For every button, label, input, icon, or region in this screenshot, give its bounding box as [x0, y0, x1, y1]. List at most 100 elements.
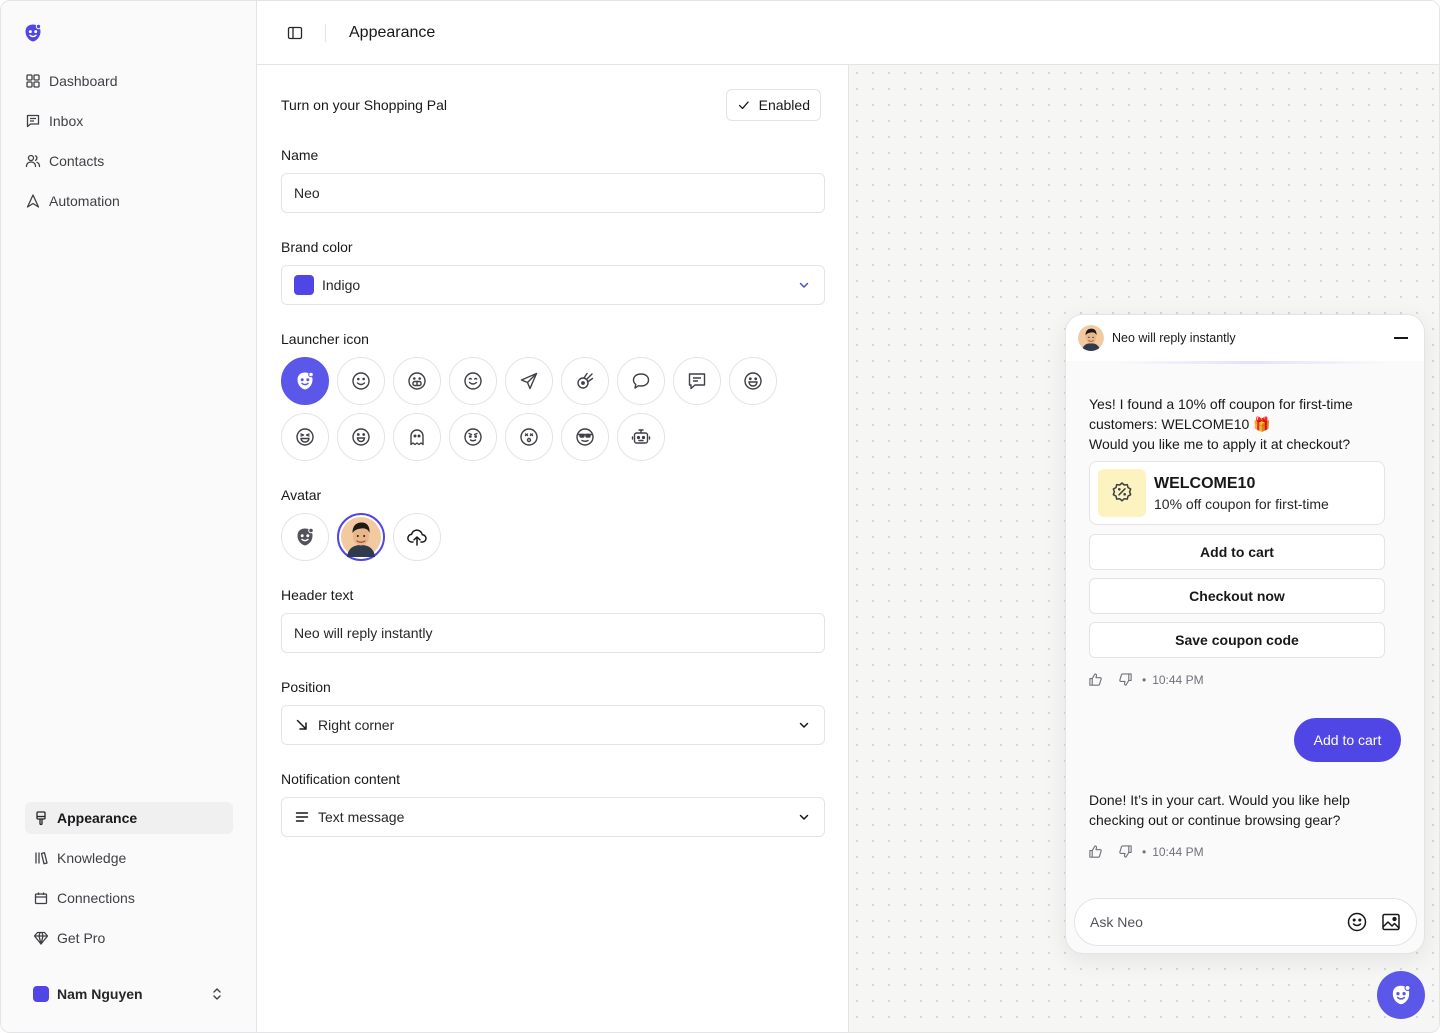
smile-icon — [352, 372, 370, 390]
happy-icon — [464, 372, 482, 390]
sidebar-toggle-button[interactable] — [285, 23, 305, 43]
user-message: Add to cart — [1294, 718, 1401, 762]
sidebar-item-knowledge[interactable]: Knowledge — [25, 842, 233, 874]
page-title: Appearance — [349, 23, 436, 41]
name-field[interactable]: Neo — [281, 173, 825, 213]
message-feedback-2: • 10:44 PM — [1088, 844, 1204, 859]
avatar-option-photo[interactable] — [337, 513, 385, 561]
launcher-option-beam[interactable] — [729, 357, 777, 405]
launcher-option-squint[interactable] — [281, 413, 329, 461]
cloud-upload-icon — [407, 529, 427, 546]
coupon-card[interactable]: WELCOME10 10% off coupon for first-time — [1089, 461, 1385, 525]
face-wink-icon — [464, 428, 482, 446]
launcher-option-speech-bubble[interactable] — [617, 357, 665, 405]
arrow-down-right-icon — [296, 719, 307, 730]
launcher-option-wink[interactable] — [449, 413, 497, 461]
sidebar: Dashboard Inbox Contacts Automation Appe… — [1, 1, 257, 1032]
message-square-text-icon — [688, 373, 706, 390]
users-icon — [25, 154, 41, 168]
notification-content-label: Notification content — [281, 771, 401, 787]
launcher-option-sunglasses[interactable] — [561, 413, 609, 461]
sidebar-item-label: Dashboard — [49, 73, 118, 89]
send-icon — [520, 372, 538, 390]
launcher-option-message-square[interactable] — [673, 357, 721, 405]
launcher-option-happy[interactable] — [449, 357, 497, 405]
sidebar-item-inbox[interactable]: Inbox — [13, 105, 245, 137]
image-icon[interactable] — [1380, 911, 1402, 933]
sidebar-item-get-pro[interactable]: Get Pro — [25, 922, 233, 954]
name-value: Neo — [294, 185, 320, 201]
app-window: Dashboard Inbox Contacts Automation Appe… — [0, 0, 1440, 1033]
sidebar-item-dashboard[interactable]: Dashboard — [13, 65, 245, 97]
header-text-value: Neo will reply instantly — [294, 625, 433, 641]
scroll-fade-indicator — [1116, 361, 1386, 364]
emoji-icon[interactable] — [1346, 911, 1368, 933]
save-coupon-code-button[interactable]: Save coupon code — [1089, 622, 1385, 658]
check-icon — [738, 101, 749, 110]
sidebar-item-label: Get Pro — [57, 930, 106, 946]
enabled-toggle-button[interactable]: Enabled — [726, 89, 821, 121]
sidebar-nav-bottom: Appearance Knowledge Connections Get Pro — [25, 802, 233, 962]
bot-message-1: Yes! I found a 10% off coupon for first-… — [1089, 394, 1389, 454]
launcher-option-neo[interactable] — [281, 357, 329, 405]
sidebar-item-label: Knowledge — [57, 850, 127, 866]
brand-color-swatch — [294, 275, 314, 295]
align-left-icon — [295, 812, 309, 822]
position-value: Right corner — [318, 717, 395, 733]
launcher-option-send[interactable] — [505, 357, 553, 405]
coupon-badge-icon — [1098, 469, 1146, 517]
thumbs-up-icon[interactable] — [1088, 672, 1103, 687]
sidebar-item-label: Connections — [57, 890, 135, 906]
chat-composer — [1074, 898, 1417, 946]
chat-header-text: Neo will reply instantly — [1112, 331, 1236, 345]
user-name: Nam Nguyen — [57, 986, 143, 1002]
checkout-now-button[interactable]: Checkout now — [1089, 578, 1385, 614]
user-switcher[interactable]: Nam Nguyen — [25, 978, 233, 1010]
chevron-down-icon — [799, 722, 809, 728]
launcher-option-meteor[interactable] — [561, 357, 609, 405]
meta-dot: • — [1142, 672, 1147, 687]
app-logo-icon[interactable] — [23, 23, 43, 43]
chat-preview-area: Neo will reply instantly Yes! I found a … — [849, 65, 1439, 1032]
launcher-icon-row-1 — [281, 357, 781, 405]
add-to-cart-button[interactable]: Add to cart — [1089, 534, 1385, 570]
launcher-option-surprised[interactable] — [505, 413, 553, 461]
sidebar-item-label: Automation — [49, 193, 120, 209]
coupon-description: 10% off coupon for first-time — [1154, 495, 1329, 512]
gem-icon — [33, 931, 49, 945]
brand-color-value: Indigo — [322, 277, 361, 293]
sidebar-item-appearance[interactable]: Appearance — [25, 802, 233, 834]
triangle-icon — [26, 194, 40, 208]
brand-color-select[interactable]: Indigo — [281, 265, 825, 305]
settings-form: Turn on your Shopping Pal Enabled Name N… — [257, 65, 849, 1032]
sidebar-item-automation[interactable]: Automation — [13, 185, 245, 217]
minimize-icon[interactable] — [1394, 337, 1408, 339]
notification-content-select[interactable]: Text message — [281, 797, 825, 837]
sidebar-item-connections[interactable]: Connections — [25, 882, 233, 914]
thumbs-up-icon[interactable] — [1088, 844, 1103, 859]
neo-face-icon — [1392, 984, 1411, 1005]
launcher-option-grinning[interactable] — [337, 413, 385, 461]
thumbs-down-icon[interactable] — [1118, 844, 1133, 859]
launcher-option-smile[interactable] — [337, 357, 385, 405]
launcher-option-grin[interactable] — [393, 357, 441, 405]
coupon-code: WELCOME10 — [1154, 474, 1256, 492]
chevron-down-icon — [799, 282, 809, 288]
chat-launcher-button[interactable] — [1377, 971, 1425, 1019]
header-text-field[interactable]: Neo will reply instantly — [281, 613, 825, 653]
launcher-option-robot[interactable] — [617, 413, 665, 461]
avatar-upload-button[interactable] — [393, 513, 441, 561]
grin-icon — [408, 372, 426, 390]
launcher-option-ghost[interactable] — [393, 413, 441, 461]
avatar-option-logo[interactable] — [281, 513, 329, 561]
position-select[interactable]: Right corner — [281, 705, 825, 745]
grid-icon — [26, 74, 40, 88]
surprised-face-icon — [520, 428, 538, 446]
shopping-pal-toggle-label: Turn on your Shopping Pal — [281, 97, 448, 113]
avatar-label: Avatar — [281, 487, 322, 503]
thumbs-down-icon[interactable] — [1118, 672, 1133, 687]
sidebar-item-contacts[interactable]: Contacts — [13, 145, 245, 177]
enabled-label: Enabled — [758, 97, 810, 113]
chat-input[interactable] — [1090, 914, 1334, 930]
grinning-face-icon — [352, 428, 370, 446]
